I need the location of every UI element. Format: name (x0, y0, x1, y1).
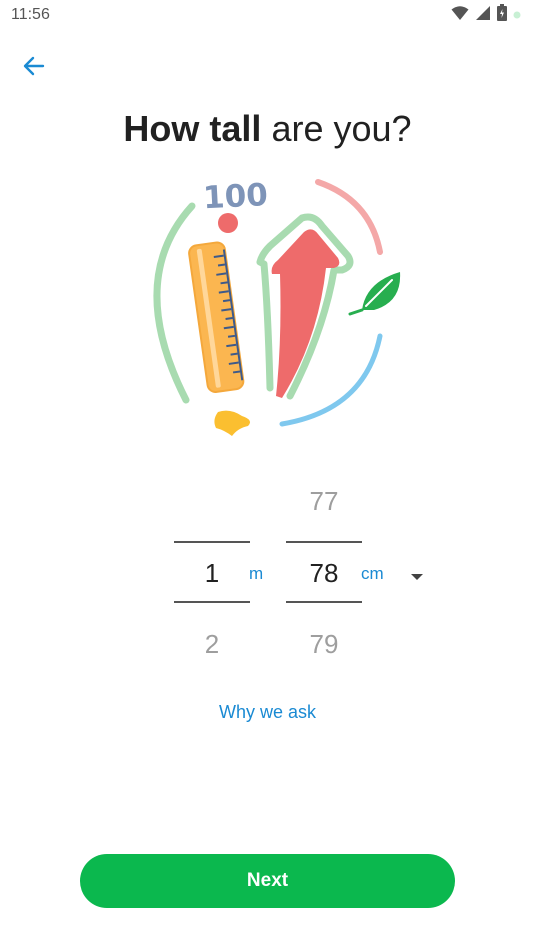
caret-down-icon (410, 569, 424, 586)
wifi-icon (451, 5, 469, 26)
page-title: How tall are you? (0, 108, 535, 150)
ruler-icon (188, 241, 245, 393)
status-time: 11:56 (11, 6, 50, 23)
status-icons (451, 4, 521, 26)
next-button[interactable]: Next (80, 854, 455, 908)
page-title-bold: How tall (123, 108, 262, 149)
meters-below-value[interactable]: 2 (174, 629, 250, 660)
battery-icon (497, 4, 507, 26)
meters-bottom-divider (174, 601, 250, 603)
centimeters-bottom-divider (286, 601, 362, 603)
meters-selected-value[interactable]: 1 (174, 558, 250, 589)
status-bar: 11:56 (0, 0, 535, 30)
back-button[interactable] (16, 50, 52, 86)
arrow-left-icon (23, 56, 45, 81)
centimeters-top-divider (286, 541, 362, 543)
why-we-ask-link[interactable]: Why we ask (0, 702, 535, 723)
meters-unit-label: m (249, 564, 264, 583)
badge-100: 100 (202, 177, 269, 216)
leaf-icon (348, 272, 401, 316)
page-title-rest: are you? (271, 108, 412, 149)
yellow-splat (214, 410, 250, 436)
top-pink-arc (315, 179, 383, 255)
centimeters-above-value[interactable]: 77 (286, 486, 362, 517)
red-dot (218, 213, 238, 233)
signal-icon (475, 5, 491, 26)
centimeters-selected-value[interactable]: 78 (286, 558, 362, 589)
left-green-arc (153, 202, 196, 404)
red-arrow (271, 229, 340, 398)
centimeters-unit-label[interactable]: cm (361, 564, 384, 584)
centimeters-picker[interactable]: 77 78 79 (286, 470, 362, 670)
centimeters-below-value[interactable]: 79 (286, 629, 362, 660)
height-illustration: 100 (130, 170, 410, 440)
meters-top-divider (174, 541, 250, 543)
meters-picker[interactable]: 1 2 (174, 470, 250, 670)
notification-dot-icon (513, 6, 521, 24)
unit-dropdown-button[interactable] (410, 569, 424, 580)
